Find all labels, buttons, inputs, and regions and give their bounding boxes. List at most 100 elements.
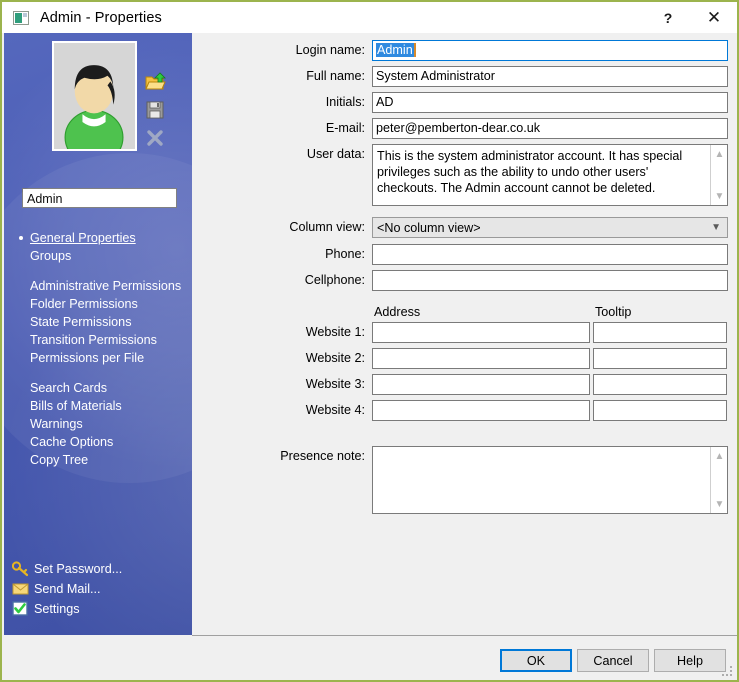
field-row-column-view: Column view: <No column view> ▼ xyxy=(272,217,728,238)
sidebar-item-label: Cache Options xyxy=(30,435,114,449)
sidebar-item-set-password[interactable]: Set Password... xyxy=(4,559,192,579)
ok-button[interactable]: OK xyxy=(500,649,572,672)
mail-icon xyxy=(12,581,29,597)
title-bar-buttons: ? ✕ xyxy=(645,2,737,33)
sidebar-item-label: Administrative Permissions xyxy=(30,279,182,293)
sidebar-item-transition-permissions[interactable]: Transition Permissions xyxy=(4,331,192,349)
field-row-initials: Initials: AD xyxy=(272,92,728,113)
sidebar-item-folder-permissions[interactable]: Folder Permissions xyxy=(4,295,192,313)
sidebar-bottom-links: Set Password... Send Mail... Settings xyxy=(4,559,192,619)
website-4-address-input[interactable] xyxy=(372,400,590,421)
title-bar: Admin - Properties ? ✕ xyxy=(2,2,737,33)
sidebar-item-label: Transition Permissions xyxy=(30,333,157,347)
sidebar-item-label: Warnings xyxy=(30,417,83,431)
footer: OK Cancel Help xyxy=(192,636,737,680)
sidebar-item-general-properties[interactable]: General Properties xyxy=(4,229,192,247)
sidebar-item-administrative-permissions[interactable]: Administrative Permissions xyxy=(4,277,192,295)
website-2-tooltip-input[interactable] xyxy=(593,348,727,369)
tooltip-column-header: Tooltip xyxy=(595,305,632,319)
user-data-textarea[interactable]: This is the system administrator account… xyxy=(372,144,728,206)
chevron-down-icon: ▼ xyxy=(711,222,721,233)
user-data-scrollbar[interactable]: ▲ ▼ xyxy=(710,145,727,205)
close-button[interactable]: ✕ xyxy=(691,2,737,33)
user-data-label: User data: xyxy=(306,147,365,161)
sidebar-item-label: Folder Permissions xyxy=(30,297,138,311)
help-footer-button[interactable]: Help xyxy=(654,649,726,672)
sidebar-item-label: Groups xyxy=(30,249,72,263)
open-folder-icon[interactable] xyxy=(144,71,166,93)
scroll-up-icon[interactable]: ▲ xyxy=(711,146,728,162)
email-input[interactable]: peter@pemberton-dear.co.uk xyxy=(372,118,728,139)
presence-note-scrollbar[interactable]: ▲ ▼ xyxy=(710,447,727,513)
address-column-header: Address xyxy=(374,305,421,319)
field-row-email: E-mail: peter@pemberton-dear.co.uk xyxy=(272,118,728,139)
sidebar-item-label: Set Password... xyxy=(34,562,123,576)
nav-divider xyxy=(4,367,192,379)
website-4-tooltip-input[interactable] xyxy=(593,400,727,421)
sidebar-item-cache-options[interactable]: Cache Options xyxy=(4,433,192,451)
full-name-label: Full name: xyxy=(306,69,365,83)
website-3-label: Website 3: xyxy=(305,377,365,391)
general-properties-panel: Login name: Admin Full name: System Admi… xyxy=(192,33,737,635)
properties-window: Admin - Properties ? ✕ Admin General Pro… xyxy=(0,0,739,682)
presence-note-textarea[interactable]: ▲ ▼ xyxy=(372,446,728,514)
field-row-user-data: User data: This is the system administra… xyxy=(272,144,728,206)
website-1-tooltip-input[interactable] xyxy=(593,322,727,343)
sidebar-item-groups[interactable]: Groups xyxy=(4,247,192,265)
login-name-input[interactable]: Admin xyxy=(372,40,728,61)
sidebar-item-search-cards[interactable]: Search Cards xyxy=(4,379,192,397)
cellphone-input[interactable] xyxy=(372,270,728,291)
window-title: Admin - Properties xyxy=(40,9,162,26)
presence-note-value xyxy=(373,447,727,453)
phone-input[interactable] xyxy=(372,244,728,265)
column-view-select[interactable]: <No column view> ▼ xyxy=(372,217,728,238)
field-row-phone: Phone: xyxy=(272,244,728,265)
sidebar-item-warnings[interactable]: Warnings xyxy=(4,415,192,433)
website-3-tooltip-input[interactable] xyxy=(593,374,727,395)
sidebar-toolbar xyxy=(144,71,168,155)
sidebar-item-bills-of-materials[interactable]: Bills of Materials xyxy=(4,397,192,415)
user-data-value: This is the system administrator account… xyxy=(377,149,686,195)
sidebar-item-label: Settings xyxy=(34,602,80,616)
field-row-presence-note: Presence note: ▲ ▼ xyxy=(272,446,728,514)
save-icon[interactable] xyxy=(144,99,166,121)
avatar-image xyxy=(54,43,135,149)
key-icon xyxy=(11,561,29,577)
avatar[interactable] xyxy=(52,41,137,151)
website-1-address-input[interactable] xyxy=(372,322,590,343)
initials-input[interactable]: AD xyxy=(372,92,728,113)
login-name-label: Login name: xyxy=(295,43,365,57)
sidebar-item-state-permissions[interactable]: State Permissions xyxy=(4,313,192,331)
sidebar-item-label: Search Cards xyxy=(30,381,107,395)
text-caret xyxy=(413,43,416,57)
help-button[interactable]: ? xyxy=(645,2,691,33)
sidebar-item-permissions-per-file[interactable]: Permissions per File xyxy=(4,349,192,367)
login-name-value: Admin xyxy=(376,43,414,57)
cancel-button[interactable]: Cancel xyxy=(577,649,649,672)
field-row-cellphone: Cellphone: xyxy=(272,270,728,291)
website-2-label: Website 2: xyxy=(305,351,365,365)
resize-grip-icon[interactable] xyxy=(722,666,733,677)
sidebar-item-send-mail[interactable]: Send Mail... xyxy=(4,579,192,599)
website-3-address-input[interactable] xyxy=(372,374,590,395)
column-view-value: <No column view> xyxy=(377,221,481,235)
app-icon xyxy=(13,10,29,25)
column-view-label: Column view: xyxy=(289,220,365,234)
delete-icon[interactable] xyxy=(144,127,166,149)
sidebar-item-label: Permissions per File xyxy=(30,351,145,365)
field-row-login-name: Login name: Admin xyxy=(272,40,728,61)
sidebar-item-label: State Permissions xyxy=(30,315,132,329)
sidebar-item-copy-tree[interactable]: Copy Tree xyxy=(4,451,192,469)
phone-label: Phone: xyxy=(325,247,365,261)
user-name-input[interactable] xyxy=(22,188,177,208)
scroll-down-icon[interactable]: ▼ xyxy=(711,188,728,204)
website-2-address-input[interactable] xyxy=(372,348,590,369)
sidebar-item-settings[interactable]: Settings xyxy=(4,599,192,619)
full-name-input[interactable]: System Administrator xyxy=(372,66,728,87)
scroll-down-icon[interactable]: ▼ xyxy=(711,496,728,512)
scroll-up-icon[interactable]: ▲ xyxy=(711,448,728,464)
presence-note-label: Presence note: xyxy=(280,449,365,463)
field-row-website-3: Website 3: xyxy=(272,374,727,395)
sidebar-item-label: Copy Tree xyxy=(30,453,89,467)
cellphone-label: Cellphone: xyxy=(304,273,365,287)
